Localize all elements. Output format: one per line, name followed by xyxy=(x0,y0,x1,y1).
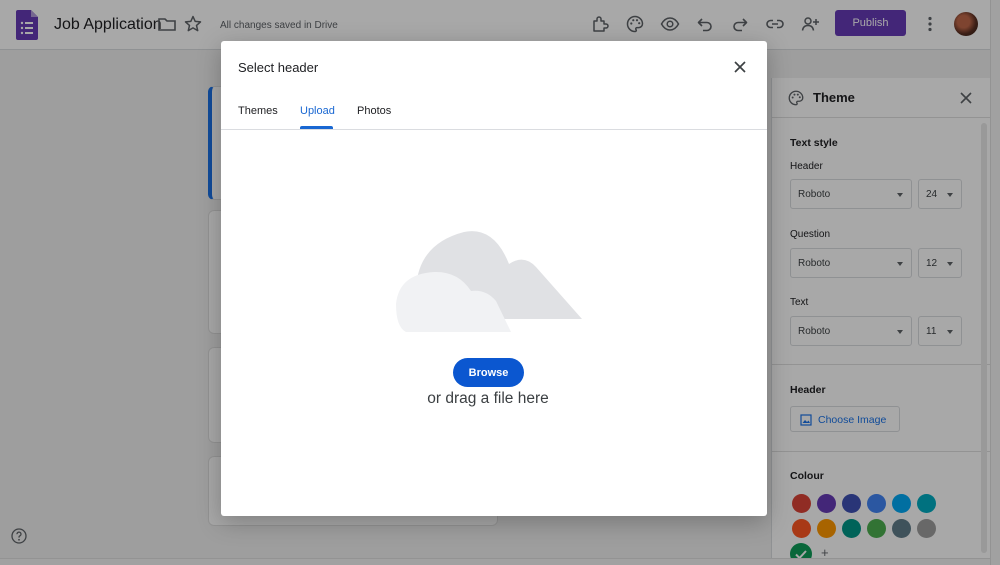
tab-photos[interactable]: Photos xyxy=(357,105,391,117)
active-tab-indicator xyxy=(300,126,333,129)
browse-button[interactable]: Browse xyxy=(453,358,524,387)
tab-upload[interactable]: Upload xyxy=(300,105,335,117)
dialog-title: Select header xyxy=(238,60,319,75)
select-header-dialog: Select header Themes Upload Photos Brows… xyxy=(221,41,767,516)
tab-themes[interactable]: Themes xyxy=(238,105,278,117)
drag-file-hint: or drag a file here xyxy=(427,390,549,407)
close-icon[interactable] xyxy=(732,59,748,75)
dialog-tabs: Themes Upload Photos xyxy=(221,93,767,130)
cloud-upload-illustration-icon xyxy=(396,231,582,332)
